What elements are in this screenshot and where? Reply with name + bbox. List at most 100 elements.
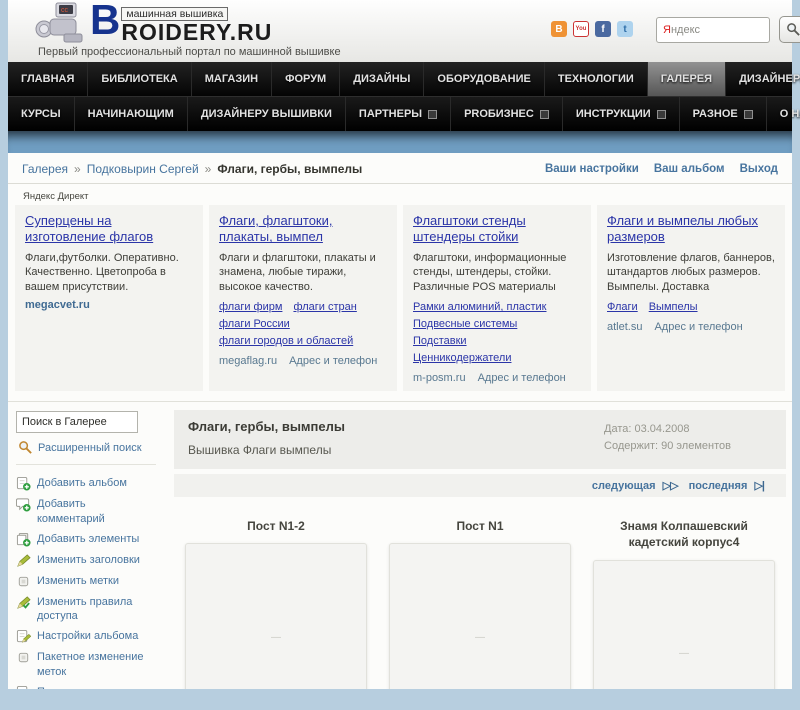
sidebar-action-album-settings[interactable]: Настройки альбома	[16, 629, 166, 644]
sidebar-action-edit-access[interactable]: Изменить правила доступа	[16, 595, 166, 624]
ad-domain-link[interactable]: megacvet.ru	[25, 299, 90, 311]
ad-address-link[interactable]: Адрес и телефон	[478, 372, 566, 384]
ad-sitelink[interactable]: Подставки	[413, 333, 467, 350]
ad-title-link[interactable]: Суперцены на изготовление флагов	[25, 213, 193, 246]
site-header: cc B машинная вышивка ROIDERY.RU Первый …	[8, 0, 800, 62]
gallery-item-title[interactable]: Пост N1-2	[247, 518, 305, 534]
ad-title-link[interactable]: Флагштоки стенды штендеры стойки	[413, 213, 581, 246]
sidebar-action-move-album[interactable]: Переместить альбом	[16, 685, 166, 689]
gallery-image-placeholder[interactable]: —	[593, 559, 775, 689]
breadcrumb-separator: »	[74, 162, 81, 176]
pagination-next-link[interactable]: следующая	[592, 480, 656, 492]
search-button[interactable]	[779, 16, 800, 43]
album-add-icon	[16, 476, 31, 491]
breadcrumb-author-link[interactable]: Подковырин Сергей	[87, 162, 199, 176]
advanced-search-link[interactable]: Расширенный поиск	[18, 440, 166, 455]
ad-domain-link[interactable]: megaflag.ru	[219, 355, 277, 367]
logo-text: B машинная вышивка ROIDERY.RU	[90, 0, 273, 45]
action-label: Изменить заголовки	[37, 553, 140, 566]
nav-item-o-nas[interactable]: О НАС	[767, 97, 800, 131]
nav-item-instruktsii[interactable]: ИНСТРУКЦИИ	[563, 97, 680, 131]
settings-link[interactable]: Ваши настройки	[545, 163, 639, 175]
nav-item-galereya-active[interactable]: ГАЛЕРЕЯ	[647, 62, 727, 96]
nav-item-probiznes[interactable]: PROБИЗНЕС	[451, 97, 563, 131]
yandex-search-input[interactable]: Я ндекс	[656, 16, 770, 43]
breadcrumb-current: Флаги, гербы, вымпелы	[217, 162, 363, 176]
nav-item-forum[interactable]: ФОРУМ	[272, 62, 341, 96]
yandex-search: Я ндекс	[656, 16, 800, 43]
nav-item-oborudovanie[interactable]: ОБОРУДОВАНИЕ	[424, 62, 545, 96]
gallery-item: Пост N1 — Дата: 10.06.2015 Новый « опера…	[378, 518, 582, 689]
site-wrapper: cc B машинная вышивка ROIDERY.RU Первый …	[8, 0, 800, 689]
facebook-icon[interactable]: f	[595, 21, 611, 37]
blogger-icon[interactable]: B	[551, 21, 567, 37]
edit-pencil-icon	[16, 553, 31, 568]
gallery-item-title[interactable]: Знамя Колпашевский кадетский корпус4	[598, 518, 770, 550]
columns: Расширенный поиск Добавить альбом Добави…	[8, 402, 792, 689]
content-area: Галерея » Подковырин Сергей » Флаги, гер…	[8, 153, 792, 689]
pagination-last-link[interactable]: последняя	[689, 480, 748, 492]
pagination-last-icon[interactable]: ▷|	[754, 480, 765, 492]
nav-item-tekhnologii[interactable]: ТЕХНОЛОГИИ	[545, 62, 648, 96]
youtube-icon[interactable]: You	[573, 21, 589, 37]
logo-letter: B	[90, 0, 121, 43]
action-label: Переместить альбом	[37, 685, 145, 689]
nav-item-dizaynery[interactable]: ДИЗАЙНЕРЫ	[726, 62, 800, 96]
nav-item-dizayneru-vyshivki[interactable]: ДИЗАЙНЕРУ ВЫШИВКИ	[188, 97, 346, 131]
twitter-icon[interactable]: t	[617, 21, 633, 37]
nav-item-biblioteka[interactable]: БИБЛИОТЕКА	[88, 62, 192, 96]
pagination-next-icon[interactable]: ▷▷	[663, 480, 679, 492]
nav-item-partnery[interactable]: ПАРТНЕРЫ	[346, 97, 452, 131]
nav-item-magazin[interactable]: МАГАЗИН	[192, 62, 273, 96]
sidebar-action-add-comment[interactable]: Добавить комментарий	[16, 497, 166, 526]
logout-link[interactable]: Выход	[740, 163, 778, 175]
sidebar-action-edit-labels[interactable]: Изменить метки	[16, 574, 166, 589]
gallery-item-title[interactable]: Пост N1	[456, 518, 503, 534]
label-square-icon	[16, 574, 31, 589]
ad-title-link[interactable]: Флаги, флагштоки, плакаты, вымпел	[219, 213, 387, 246]
ad-address-link[interactable]: Адрес и телефон	[289, 355, 377, 367]
ad-footer: m-posm.ru Адрес и телефон	[413, 372, 581, 384]
blue-divider-band	[8, 131, 792, 153]
ad-domain-link[interactable]: m-posm.ru	[413, 372, 466, 384]
sidebar-action-add-elements[interactable]: Добавить элементы	[16, 532, 166, 547]
ad-title-link[interactable]: Флаги и вымпелы любых размеров	[607, 213, 775, 246]
gallery-image-placeholder[interactable]: —	[185, 543, 367, 689]
settings-pencil-icon	[16, 629, 31, 644]
my-album-link[interactable]: Ваш альбом	[654, 163, 725, 175]
ads-row: Суперцены на изготовление флагов Флаги,ф…	[15, 205, 785, 392]
ad-sitelink[interactable]: Ценникодержатели	[413, 350, 511, 367]
nav-row-2: КУРСЫ НАЧИНАЮЩИМ ДИЗАЙНЕРУ ВЫШИВКИ ПАРТН…	[8, 96, 800, 131]
nav-row-1: ГЛАВНАЯ БИБЛИОТЕКА МАГАЗИН ФОРУМ ДИЗАЙНЫ…	[8, 62, 800, 96]
dropdown-indicator-icon	[539, 109, 549, 119]
nav-item-nachinayushchim[interactable]: НАЧИНАЮЩИМ	[75, 97, 188, 131]
ad-sitelink[interactable]: Вымпелы	[649, 299, 698, 316]
sidebar-action-edit-titles[interactable]: Изменить заголовки	[16, 553, 166, 568]
site-logo[interactable]: cc B машинная вышивка ROIDERY.RU	[34, 0, 273, 45]
nav-item-dizayny[interactable]: ДИЗАЙНЫ	[340, 62, 425, 96]
ad-sitelink[interactable]: флаги России	[219, 316, 290, 333]
ad-address-link[interactable]: Адрес и телефон	[654, 321, 742, 333]
nav-item-glavnaya[interactable]: ГЛАВНАЯ	[8, 62, 89, 96]
breadcrumb-gallery-link[interactable]: Галерея	[22, 162, 68, 176]
album-date: Дата: 03.04.2008	[604, 423, 690, 436]
nav-label: О НАС	[779, 108, 800, 120]
ad-sitelink[interactable]: Флаги	[607, 299, 638, 316]
logo-title: ROIDERY.RU	[121, 19, 273, 45]
nav-item-kursy[interactable]: КУРСЫ	[8, 97, 75, 131]
ad-sitelink[interactable]: флаги стран	[293, 299, 356, 316]
ad-sitelink[interactable]: Рамки алюминий, пластик	[413, 299, 547, 316]
ad-domain-link[interactable]: atlet.su	[607, 321, 642, 333]
gallery-search-input[interactable]	[16, 411, 138, 434]
ad-sitelink[interactable]: флаги городов и областей	[219, 333, 353, 350]
ad-sitelink[interactable]: Подвесные системы	[413, 316, 517, 333]
nav-item-raznoe[interactable]: РАЗНОЕ	[680, 97, 767, 131]
ad-sitelink[interactable]: флаги фирм	[219, 299, 282, 316]
elements-add-icon	[16, 532, 31, 547]
yandex-direct-label[interactable]: Яндекс Директ	[23, 191, 792, 202]
gallery-item: Пост N1-2 — Дата: 10.06.2015 Новый « опе…	[174, 518, 378, 689]
ad-body: Флагштоки, информационные стенды, штенде…	[413, 251, 567, 293]
gallery-image-placeholder[interactable]: —	[389, 543, 571, 689]
sidebar-action-add-album[interactable]: Добавить альбом	[16, 476, 166, 491]
sidebar-action-batch-labels[interactable]: Пакетное изменение меток	[16, 650, 166, 679]
